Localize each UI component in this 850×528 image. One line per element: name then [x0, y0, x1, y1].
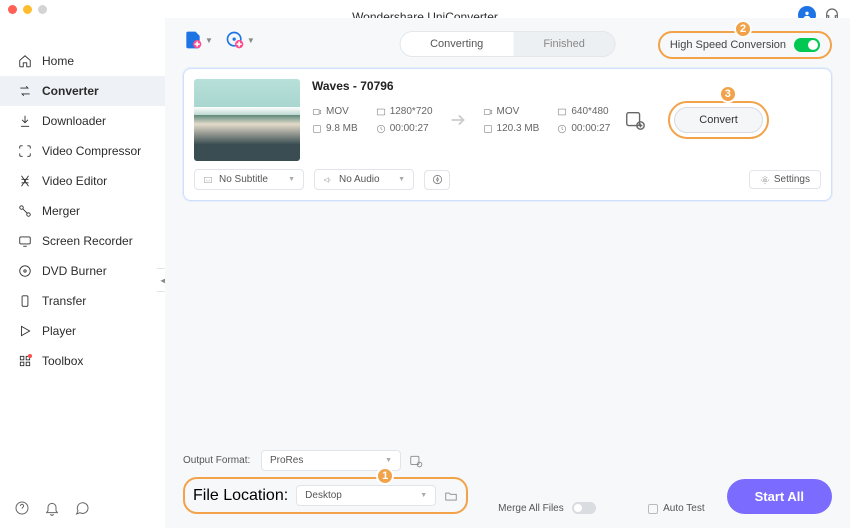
help-icon[interactable]	[14, 500, 30, 516]
sidebar-label: Home	[42, 54, 74, 68]
file-location-label: File Location:	[193, 487, 288, 505]
merge-toggle-row: Merge All Files	[498, 502, 596, 514]
tab-finished[interactable]: Finished	[513, 32, 615, 56]
tab-converting[interactable]: Converting	[400, 32, 513, 56]
sidebar: Home Converter Downloader Video Compress…	[0, 18, 165, 528]
target-info: MOV 640*480 120.3 MB 00:00:27	[483, 106, 611, 134]
effects-button[interactable]	[424, 170, 450, 190]
sidebar-label: Screen Recorder	[42, 234, 133, 248]
chevron-down-icon: ▼	[247, 36, 255, 45]
merge-label: Merge All Files	[498, 503, 564, 514]
autotest-label: Auto Test	[663, 503, 705, 514]
sidebar-label: Transfer	[42, 294, 86, 308]
sidebar-item-dvd[interactable]: DVD Burner	[0, 256, 165, 286]
sidebar-label: Video Compressor	[42, 144, 141, 158]
sidebar-label: Downloader	[42, 114, 106, 128]
format-settings-icon[interactable]	[409, 454, 423, 468]
settings-button[interactable]: Settings	[749, 170, 821, 189]
annotation-badge-2: 2	[734, 20, 752, 38]
sidebar-item-downloader[interactable]: Downloader	[0, 106, 165, 136]
video-thumbnail[interactable]	[194, 79, 300, 161]
status-tabs: Converting Finished	[399, 31, 616, 57]
file-name: Waves - 70796	[312, 79, 821, 93]
notifications-icon[interactable]	[44, 500, 60, 516]
high-speed-toggle[interactable]	[794, 38, 820, 52]
annotation-badge-1: 1	[376, 467, 394, 485]
sidebar-item-editor[interactable]: Video Editor	[0, 166, 165, 196]
sidebar-label: Toolbox	[42, 354, 83, 368]
open-folder-icon[interactable]	[444, 489, 458, 503]
sidebar-label: Merger	[42, 204, 80, 218]
sidebar-label: Converter	[42, 84, 99, 98]
sidebar-item-toolbox[interactable]: Toolbox	[0, 346, 165, 376]
convert-button[interactable]: Convert	[674, 107, 763, 133]
hsc-label: High Speed Conversion	[670, 39, 786, 51]
sidebar-label: Player	[42, 324, 76, 338]
arrow-right-icon	[447, 109, 469, 131]
sidebar-item-recorder[interactable]: Screen Recorder	[0, 226, 165, 256]
chevron-down-icon: ▼	[205, 36, 213, 45]
sidebar-item-transfer[interactable]: Transfer	[0, 286, 165, 316]
autotest-checkbox[interactable]	[648, 504, 658, 514]
feedback-icon[interactable]	[74, 500, 90, 516]
output-format-label: Output Format:	[183, 455, 253, 466]
audio-dropdown[interactable]: No Audio▼	[314, 169, 414, 190]
add-file-button[interactable]: ▼	[183, 30, 213, 50]
merge-toggle[interactable]	[572, 502, 596, 514]
sidebar-item-converter[interactable]: Converter	[0, 76, 165, 106]
sidebar-label: DVD Burner	[42, 264, 107, 278]
sidebar-label: Video Editor	[42, 174, 107, 188]
file-card: Waves - 70796 MOV 1280*720 9.8 MB 00:00:…	[183, 68, 832, 201]
source-info: MOV 1280*720 9.8 MB 00:00:27	[312, 106, 433, 134]
start-all-button[interactable]: Start All	[727, 479, 832, 514]
add-disc-button[interactable]: ▼	[225, 30, 255, 50]
annotation-badge-3: 3	[719, 85, 737, 103]
output-settings-icon[interactable]	[624, 109, 646, 131]
notification-dot	[28, 354, 32, 358]
sidebar-item-compressor[interactable]: Video Compressor	[0, 136, 165, 166]
sidebar-item-merger[interactable]: Merger	[0, 196, 165, 226]
subtitle-dropdown[interactable]: No Subtitle▼	[194, 169, 304, 190]
sidebar-item-player[interactable]: Player	[0, 316, 165, 346]
file-location-dropdown[interactable]: Desktop▼	[296, 485, 436, 506]
sidebar-item-home[interactable]: Home	[0, 46, 165, 76]
